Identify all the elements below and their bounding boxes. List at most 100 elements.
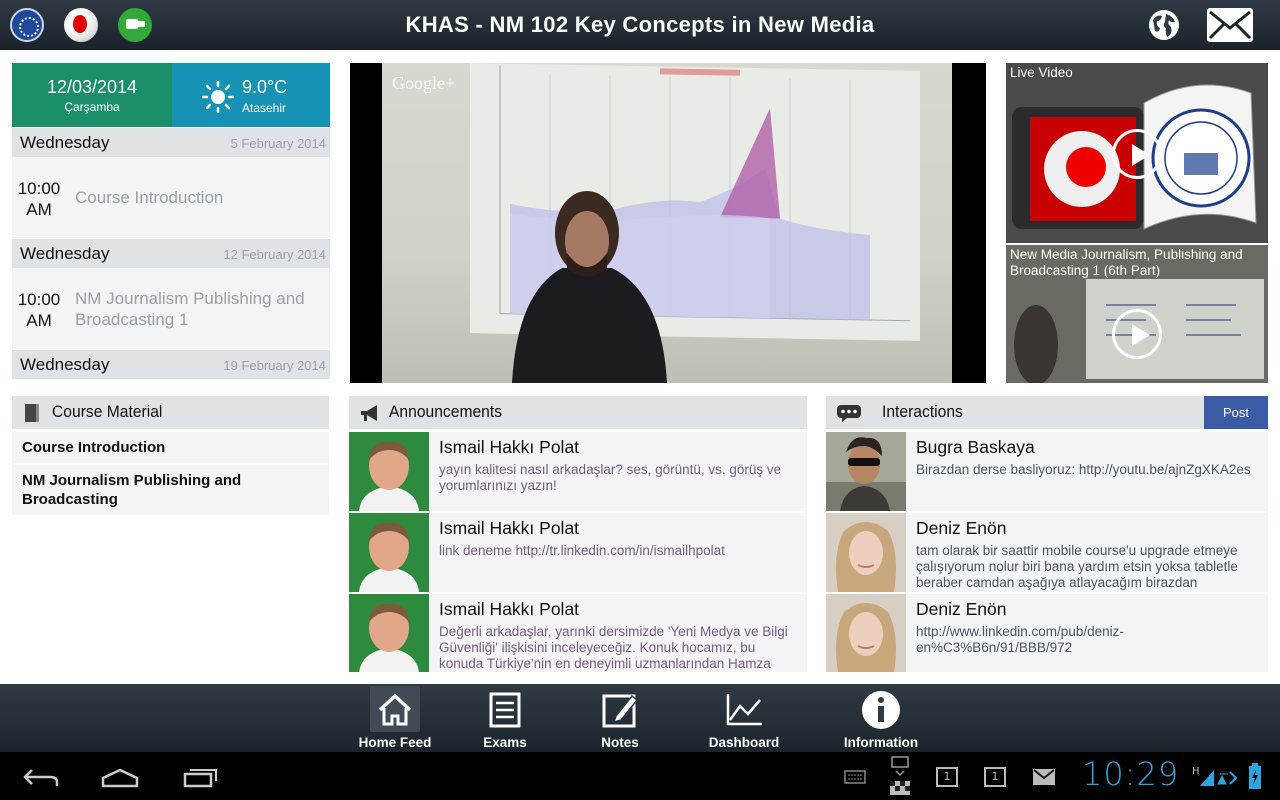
document-icon bbox=[489, 692, 521, 728]
announcements-title: Announcements bbox=[389, 402, 503, 421]
main-video-player[interactable]: Google+ bbox=[350, 63, 986, 383]
schedule-day-header: Wednesday 19 February 2014 bbox=[12, 349, 330, 379]
nav-label: Notes bbox=[601, 735, 639, 750]
gmail-icon[interactable] bbox=[1032, 768, 1056, 786]
list-item[interactable]: Ismail Hakkı Polat Değerli arkadaşlar, y… bbox=[349, 594, 807, 672]
nav-dashboard[interactable]: Dashboard bbox=[699, 684, 789, 752]
date-widget: 12/03/2014 Çarşamba bbox=[12, 63, 172, 127]
presenter bbox=[512, 191, 667, 383]
chart-icon bbox=[726, 694, 762, 726]
announcements-header: Announcements bbox=[349, 396, 807, 429]
schedule-day-header: Wednesday 12 February 2014 bbox=[12, 238, 330, 268]
post-button[interactable]: Post bbox=[1204, 396, 1268, 429]
announcements-list[interactable]: Ismail Hakkı Polat yayın kalitesi nasıl … bbox=[349, 432, 807, 672]
schedule-item[interactable]: 10:00 AM Course Introduction bbox=[12, 157, 330, 238]
book-icon bbox=[25, 404, 39, 422]
vodafone-icon[interactable] bbox=[64, 8, 98, 42]
hangouts-icon[interactable] bbox=[118, 8, 152, 42]
list-item[interactable]: Deniz Enön http://www.linkedin.com/pub/d… bbox=[826, 594, 1268, 672]
chat-bubble-icon bbox=[837, 405, 861, 422]
interactions-list[interactable]: Bugra Baskaya Birazdan derse basliyoruz:… bbox=[826, 432, 1268, 672]
avatar bbox=[349, 594, 429, 672]
nav-information[interactable]: Information bbox=[831, 684, 931, 752]
schedule-time: 10:00 AM bbox=[17, 290, 61, 330]
schedule-day-header: Wednesday 5 February 2014 bbox=[12, 127, 330, 157]
notification-icon[interactable]: 1 bbox=[936, 767, 958, 787]
mail-icon[interactable] bbox=[1207, 8, 1253, 42]
sun-icon bbox=[202, 81, 234, 113]
nav-home-feed[interactable]: Home Feed bbox=[350, 684, 440, 752]
list-item[interactable]: Ismail Hakkı Polat link deneme http://tr… bbox=[349, 513, 807, 594]
keyboard-icon bbox=[844, 770, 866, 784]
avatar bbox=[349, 432, 429, 511]
page-title: KHAS - NM 102 Key Concepts in New Media bbox=[405, 12, 875, 37]
google-plus-overlay: Google+ bbox=[392, 73, 456, 93]
interaction-text: http://www.linkedin.com/pub/deniz-en%C3%… bbox=[916, 624, 1124, 655]
announcement-author: Ismail Hakkı Polat bbox=[439, 437, 580, 457]
nav-label: Exams bbox=[483, 735, 527, 750]
recent-apps-icon[interactable] bbox=[182, 766, 220, 788]
interactions-title: Interactions bbox=[882, 402, 963, 421]
weather-location: Atasehir bbox=[242, 101, 287, 115]
interaction-author: Bugra Baskaya bbox=[916, 437, 1035, 457]
interaction-author: Deniz Enön bbox=[916, 518, 1007, 538]
notification-icon[interactable]: 1 bbox=[984, 767, 1006, 787]
avatar bbox=[349, 513, 429, 592]
announcement-author: Ismail Hakkı Polat bbox=[439, 518, 580, 538]
schedule-time: 10:00 AM bbox=[17, 179, 61, 219]
schedule-day-name: Wednesday bbox=[20, 133, 110, 152]
nav-label: Dashboard bbox=[708, 735, 780, 750]
schedule-subject: Course Introduction bbox=[75, 188, 224, 207]
live-video-card[interactable]: New Media Journalism, Publishing and Bro… bbox=[1006, 245, 1268, 383]
avatar bbox=[826, 594, 906, 672]
megaphone-icon bbox=[361, 405, 377, 421]
announcement-text: link deneme http://tr.linkedin.com/in/is… bbox=[439, 543, 725, 558]
home-icon bbox=[370, 686, 420, 732]
interaction-author: Deniz Enön bbox=[916, 599, 1007, 619]
play-button[interactable] bbox=[1112, 129, 1162, 179]
system-clock: 10:29 bbox=[1082, 755, 1180, 793]
schedule-subject: NM Journalism Publishing and Broadcastin… bbox=[75, 288, 305, 329]
nav-label: Home Feed bbox=[358, 735, 432, 750]
list-item[interactable]: Bugra Baskaya Birazdan derse basliyoruz:… bbox=[826, 432, 1268, 513]
course-material-item[interactable]: NM Journalism Publishing and Broadcastin… bbox=[12, 465, 329, 517]
course-material-list: Course Introduction NM Journalism Publis… bbox=[12, 432, 329, 517]
course-material-title: Course Material bbox=[52, 402, 163, 421]
signal-icon: H bbox=[1192, 766, 1238, 786]
svg-text:H: H bbox=[1192, 766, 1200, 777]
list-item[interactable]: Deniz Enön tam olarak bir saattir mobile… bbox=[826, 513, 1268, 594]
live-video-title: Live Video bbox=[1010, 65, 1073, 80]
bottom-nav: Home Feed Exams Notes Dashboard Informat… bbox=[0, 684, 1280, 752]
live-video-card[interactable]: Live Video bbox=[1006, 63, 1268, 243]
schedule-day-name: Wednesday bbox=[20, 355, 110, 374]
announcement-author: Ismail Hakkı Polat bbox=[439, 599, 580, 619]
play-button[interactable] bbox=[1112, 309, 1162, 359]
announcement-text: Değerli arkadaşlar, yarınki dersimizde '… bbox=[439, 624, 788, 671]
home-button-icon[interactable] bbox=[100, 766, 140, 788]
battery-icon bbox=[1249, 763, 1261, 789]
list-item[interactable]: Ismail Hakkı Polat yayın kalitesi nasıl … bbox=[349, 432, 807, 513]
schedule-day-name: Wednesday bbox=[20, 244, 110, 263]
screenshot-icon bbox=[890, 756, 910, 795]
avatar bbox=[826, 513, 906, 592]
avatar bbox=[826, 432, 906, 511]
interaction-text: tam olarak bir saattir mobile course'u u… bbox=[916, 543, 1238, 590]
live-video-title: New Media Journalism, Publishing and Bro… bbox=[1010, 247, 1243, 278]
course-material-item[interactable]: Course Introduction bbox=[12, 432, 329, 465]
interactions-header: Interactions bbox=[826, 396, 1204, 429]
pencil-icon bbox=[602, 694, 639, 728]
schedule-list[interactable]: Wednesday 5 February 2014 10:00 AM Cours… bbox=[12, 127, 330, 383]
nav-label: Information bbox=[843, 735, 919, 750]
current-date: 12/03/2014 bbox=[46, 77, 138, 97]
university-logo-icon[interactable] bbox=[10, 8, 44, 42]
weather-widget: 9.0°C Atasehir bbox=[172, 63, 330, 127]
back-icon[interactable] bbox=[22, 766, 60, 788]
nav-notes[interactable]: Notes bbox=[575, 684, 665, 752]
info-icon bbox=[862, 691, 900, 729]
course-material-header: Course Material bbox=[12, 396, 329, 429]
current-weekday: Çarşamba bbox=[64, 100, 120, 114]
schedule-day-date: 19 February 2014 bbox=[223, 358, 326, 373]
globe-icon[interactable] bbox=[1147, 8, 1181, 42]
schedule-item[interactable]: 10:00 AM NM Journalism Publishing and Br… bbox=[12, 268, 330, 349]
nav-exams[interactable]: Exams bbox=[460, 684, 550, 752]
